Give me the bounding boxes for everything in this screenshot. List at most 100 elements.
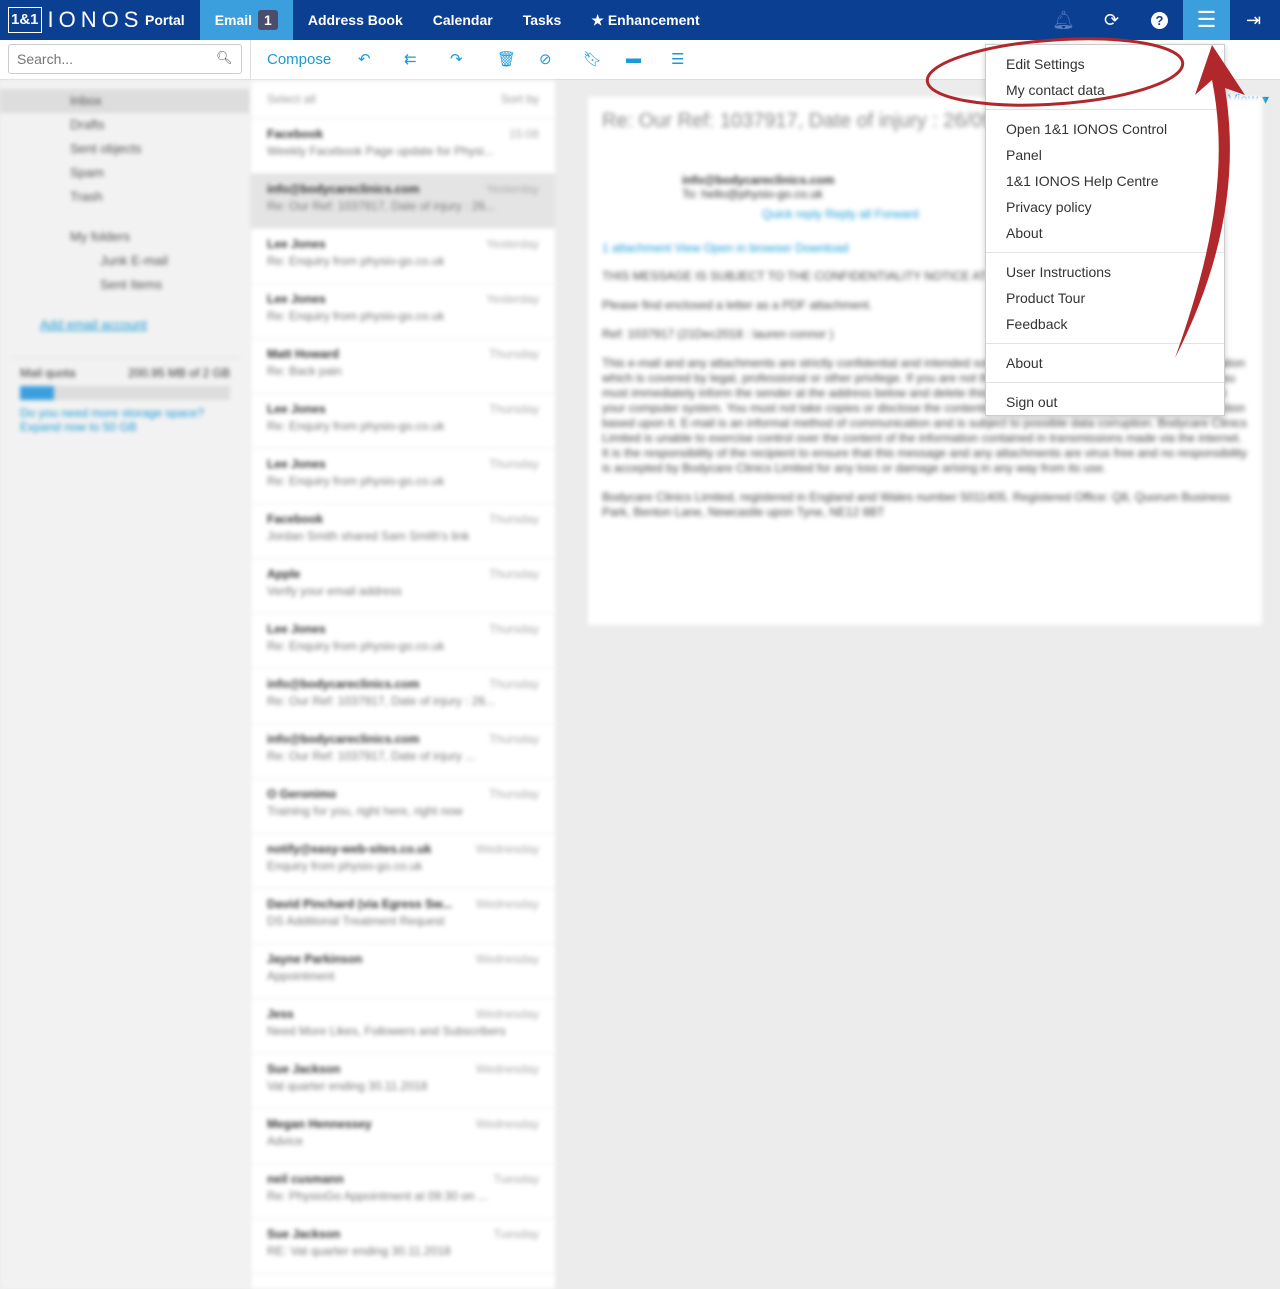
sender: Apple: [267, 567, 301, 581]
reply-all-icon[interactable]: ⇇: [404, 50, 417, 68]
date: Thursday: [488, 622, 539, 636]
nav-address-book[interactable]: Address Book: [293, 0, 418, 40]
menu-item[interactable]: Sign out: [986, 389, 1224, 415]
folder-junk[interactable]: Junk E-mail: [0, 249, 250, 273]
message-item[interactable]: Sue Jackson Tuesday RE: Vat quarter ending…: [251, 1219, 555, 1274]
subject: Re: Enquiry from physio-go.co.uk: [267, 474, 445, 488]
date: Wednesday: [475, 1117, 539, 1131]
folder-trash[interactable]: Trash: [0, 185, 250, 209]
message-item[interactable]: Lee Jones Yesterday Re: Enquiry from physi…: [251, 284, 555, 339]
subject: DS Additional Treatment Request: [267, 914, 445, 928]
block-icon[interactable]: ⊘: [539, 50, 552, 68]
nav-calendar[interactable]: Calendar: [418, 0, 508, 40]
logout-icon[interactable]: ⇥: [1230, 0, 1277, 40]
subject: Need More Likes, Followers and Subscribe…: [267, 1024, 506, 1038]
compose-button[interactable]: Compose: [267, 51, 331, 68]
more-icon[interactable]: ☰: [671, 50, 684, 68]
subject: Jordan Smith shared Sam Smith's link: [267, 529, 470, 543]
ionos-logo[interactable]: 1&1 IONOS: [0, 7, 138, 33]
date: Thursday: [488, 512, 539, 526]
message-item[interactable]: Matt Howard Thursday Re: Back pain: [251, 339, 555, 394]
archive-icon[interactable]: ▬: [626, 50, 641, 67]
message-item[interactable]: Jayne Parkinson Wednesday Appointment: [251, 944, 555, 999]
nav-portal[interactable]: Portal: [130, 0, 200, 40]
star-icon: ★: [591, 12, 604, 28]
subject: Enquiry from physio-go.co.uk: [267, 859, 423, 873]
search-icon[interactable]: 🔍︎: [216, 50, 233, 66]
sender: Facebook: [267, 512, 324, 526]
message-item[interactable]: Jess Wednesday Need More Likes, Followers …: [251, 999, 555, 1054]
sender: Lee Jones: [267, 237, 326, 251]
select-all[interactable]: Select all: [267, 92, 316, 107]
message-item[interactable]: neil cusmann Tuesday Re: PhysioGo Appointm…: [251, 1164, 555, 1219]
nav-email[interactable]: Email 1: [199, 0, 293, 40]
message-item[interactable]: Facebook Thursday Jordan Smith shared Sam …: [251, 504, 555, 559]
folder-drafts[interactable]: Drafts: [0, 113, 250, 137]
quota-label: Mail quota: [20, 366, 76, 380]
message-item[interactable]: notify@easy-web-sites.co.uk Wednesday Enqu…: [251, 834, 555, 889]
delete-icon[interactable]: 🗑︎: [497, 50, 516, 68]
message-item[interactable]: info@bodycareclinics.com Thursday Re: Our …: [251, 724, 555, 779]
menu-item[interactable]: Feedback: [986, 311, 1224, 337]
add-account-link[interactable]: Add email account: [0, 313, 250, 337]
folder-sidebar: Inbox Drafts Sent objects Spam Trash My …: [0, 81, 250, 1289]
forward-icon[interactable]: ↷: [450, 50, 463, 68]
bell-icon[interactable]: 🔔︎: [1040, 0, 1087, 40]
sender[interactable]: info@bodycareclinics.com: [682, 173, 834, 187]
folder-inbox[interactable]: Inbox: [0, 89, 250, 113]
nav-tasks[interactable]: Tasks: [508, 0, 577, 40]
subject: Training for you, right here, right now: [267, 804, 463, 818]
quota-value: 200.95 MB of 2 GB: [127, 366, 230, 380]
sender: Megan Hennessey: [267, 1117, 372, 1131]
menu-item[interactable]: About: [986, 220, 1224, 246]
sender: Facebook: [267, 127, 324, 141]
menu-icon[interactable]: ☰: [1183, 0, 1230, 40]
date: Thursday: [488, 787, 539, 801]
message-item[interactable]: Sue Jackson Wednesday Vat quarter ending 3…: [251, 1054, 555, 1109]
message-item[interactable]: O Geronimo Thursday Training for you, righ…: [251, 779, 555, 834]
sender: info@bodycareclinics.com: [267, 182, 420, 196]
sender: O Geronimo: [267, 787, 337, 801]
reply-icon[interactable]: ↶: [358, 50, 371, 68]
message-item[interactable]: info@bodycareclinics.com Thursday Re: Our …: [251, 669, 555, 724]
sender: Jess: [267, 1007, 294, 1021]
message-item[interactable]: Lee Jones Thursday Re: Enquiry from physio…: [251, 449, 555, 504]
sender: Lee Jones: [267, 292, 326, 306]
message-item[interactable]: Lee Jones Thursday Re: Enquiry from physio…: [251, 614, 555, 669]
menu-item[interactable]: About: [986, 350, 1224, 376]
more-storage-link[interactable]: Do you need more storage space?: [20, 406, 230, 420]
sort-dropdown[interactable]: Sort by: [501, 92, 539, 107]
subject: Appointment: [267, 969, 335, 983]
quota-bar: [20, 386, 230, 400]
help-icon[interactable]: ?: [1136, 0, 1183, 40]
nav-enhancement[interactable]: ★ Enhancement: [576, 0, 714, 40]
subject: Vat quarter ending 30.11.2018: [267, 1079, 428, 1093]
message-item[interactable]: Lee Jones Thursday Re: Enquiry from physio…: [251, 394, 555, 449]
message-item[interactable]: David Pinchard (via Egress Sw... Wednesda…: [251, 889, 555, 944]
menu-item[interactable]: Open 1&1 IONOS Control Panel: [986, 116, 1224, 168]
menu-item[interactable]: Privacy policy: [986, 194, 1224, 220]
my-folders[interactable]: My folders: [0, 225, 250, 249]
bookmark-icon[interactable]: 🔖︎: [583, 50, 602, 68]
menu-item[interactable]: 1&1 IONOS Help Centre: [986, 168, 1224, 194]
settings-dropdown-menu: Edit Settings My contact data Open 1&1 ION…: [985, 44, 1225, 416]
expand-link[interactable]: Expand now to 50 GB: [20, 420, 230, 434]
folder-sent[interactable]: Sent objects: [0, 137, 250, 161]
message-item[interactable]: Megan Hennessey Wednesday Advice: [251, 1109, 555, 1164]
subject: Re: Back pain: [267, 364, 342, 378]
folder-sent-items[interactable]: Sent Items: [0, 273, 250, 297]
search-input[interactable]: [8, 44, 242, 74]
folder-spam[interactable]: Spam: [0, 161, 250, 185]
sender: neil cusmann: [267, 1172, 344, 1186]
message-item[interactable]: Facebook 15:08 Weekly Facebook Page update…: [251, 119, 555, 174]
menu-item[interactable]: Edit Settings: [986, 51, 1224, 77]
message-item[interactable]: Lee Jones Yesterday Re: Enquiry from physi…: [251, 229, 555, 284]
menu-item[interactable]: My contact data: [986, 77, 1224, 103]
menu-item[interactable]: Product Tour: [986, 285, 1224, 311]
date: Thursday: [488, 732, 539, 746]
sender: Jayne Parkinson: [267, 952, 363, 966]
refresh-icon[interactable]: ⟳: [1088, 0, 1135, 40]
message-item[interactable]: Apple Thursday Verify your email address: [251, 559, 555, 614]
menu-item[interactable]: User Instructions: [986, 259, 1224, 285]
message-item[interactable]: info@bodycareclinics.com Yesterday Re: Our…: [251, 174, 555, 229]
